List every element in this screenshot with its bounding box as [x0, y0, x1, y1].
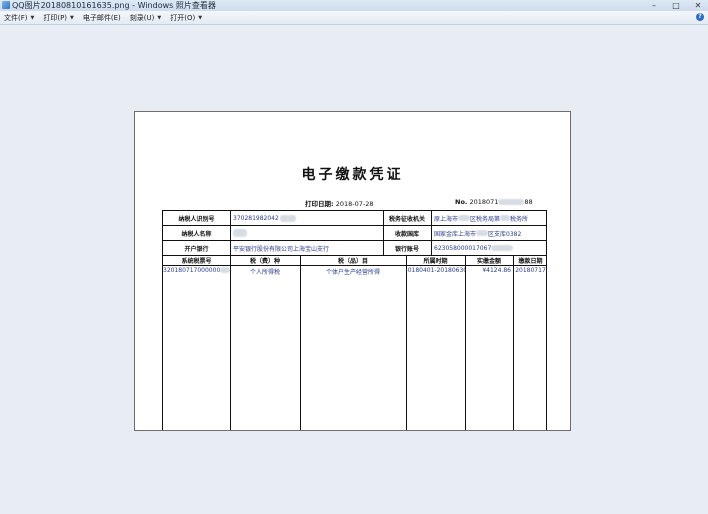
- redacted-region: [498, 199, 525, 205]
- window-title: QQ图片20180810161635.png - Windows 照片查看器: [12, 1, 216, 10]
- redacted-region: [233, 229, 247, 237]
- menu-print[interactable]: 打印(P) ▼: [43, 13, 74, 23]
- redacted-region: [220, 267, 230, 273]
- ticket-number: 320180717000000: [163, 267, 221, 274]
- tax-authority-value: 原上海市 区税务局第 税务所: [431, 211, 548, 225]
- tax-authority-prefix: 原上海市: [434, 215, 459, 223]
- treasury-suffix: 区支库0382: [488, 230, 522, 238]
- column-header: 税（品）目: [337, 258, 368, 265]
- menu-open[interactable]: 打开(O) ▼: [170, 13, 202, 23]
- account-label: 银行账号: [394, 245, 419, 253]
- window-controls: – □ ✕: [648, 0, 704, 11]
- divider: [406, 256, 407, 430]
- column-header: 税（费）种: [249, 258, 280, 265]
- tax-authority-label: 税务征收机关: [388, 215, 425, 223]
- document-number-prefix: 2018071: [469, 198, 499, 206]
- divider: [230, 211, 231, 256]
- treasury-label: 收款国库: [394, 230, 419, 238]
- tax-authority-suffix: 税务所: [510, 215, 529, 223]
- taxpayer-name-label: 纳税人名称: [181, 230, 212, 238]
- divider: [513, 256, 514, 430]
- minimize-button[interactable]: –: [648, 0, 660, 11]
- chevron-down-icon: ▼: [70, 14, 74, 21]
- title-bar: QQ图片20180810161635.png - Windows 照片查看器 –…: [0, 0, 708, 11]
- bank-value: 平安银行股份有限公司上海宝山支行: [233, 245, 330, 253]
- redacted-region: [458, 215, 471, 221]
- document-number-label: No.: [455, 198, 468, 206]
- help-icon[interactable]: ?: [696, 13, 704, 21]
- table-header: 系统税票号 税（费）种 税（品）目 所属时期 实缴金额 缴款日期: [163, 256, 546, 266]
- divider: [300, 256, 301, 430]
- treasury-prefix: 国家金库上海市: [434, 230, 477, 238]
- treasury-value: 国家金库上海市 区支库0382: [431, 226, 548, 240]
- menu-burn[interactable]: 刻录(U) ▼: [130, 13, 161, 23]
- document-title: 电子缴款凭证: [301, 167, 404, 183]
- redacted-region: [500, 215, 511, 221]
- redacted-region: [476, 230, 489, 236]
- pay-date-cell: 20180717: [515, 267, 546, 274]
- row-taxpayer-name: 纳税人名称 收款国库 国家金库上海市 区支库0382: [163, 226, 546, 241]
- amount-cell: ¥4124.86: [482, 267, 511, 274]
- divider: [431, 211, 432, 256]
- menu-open-label: 打开(O): [170, 13, 196, 22]
- menu-email[interactable]: 电子邮件(E): [83, 13, 121, 23]
- chevron-down-icon: ▼: [157, 14, 162, 21]
- column-header: 缴款日期: [518, 258, 543, 265]
- receipt-image: 电子缴款凭证 打印日期: 2018-07-28 No. 2018071 88 纳税…: [134, 111, 571, 431]
- document-number: No. 2018071 88: [455, 198, 533, 206]
- maximize-button[interactable]: □: [670, 0, 682, 11]
- menu-burn-label: 刻录(U): [129, 13, 155, 22]
- tax-authority-mid: 区税务局第: [470, 215, 501, 223]
- receipt-form: 纳税人识别号 370281982042 税务征收机关 原上海市 区税务局第 税务所 …: [162, 210, 547, 430]
- print-date-value: 2018-07-28: [335, 200, 374, 208]
- chevron-down-icon: ▼: [198, 14, 203, 21]
- row-taxpayer-id: 纳税人识别号 370281982042 税务征收机关 原上海市 区税务局第 税务所: [163, 211, 546, 226]
- print-date-label: 打印日期:: [305, 200, 334, 208]
- print-date: 打印日期: 2018-07-28: [305, 198, 373, 208]
- menu-file-label: 文件(F): [4, 13, 28, 22]
- chevron-down-icon: ▼: [30, 14, 35, 21]
- column-header: 系统税票号: [181, 258, 212, 265]
- column-header: 所属时期: [423, 258, 448, 265]
- tax-item-cell: 个体户生产经营所得: [325, 269, 380, 276]
- menu-file[interactable]: 文件(F) ▼: [4, 13, 34, 23]
- divider: [465, 256, 466, 430]
- menu-print-label: 打印(P): [43, 13, 68, 22]
- photo-viewer-app-icon: [2, 1, 10, 9]
- divider: [230, 256, 231, 430]
- divider: [383, 211, 384, 256]
- redacted-region: [491, 245, 514, 251]
- taxpayer-id-label: 纳税人识别号: [178, 215, 215, 223]
- menu-email-label: 电子邮件(E): [82, 13, 121, 22]
- taxpayer-id-value: 370281982042: [230, 211, 383, 225]
- taxpayer-name-value: [230, 226, 383, 240]
- redacted-region: [279, 214, 296, 222]
- account-value: 623058000017067: [431, 241, 548, 255]
- close-button[interactable]: ✕: [692, 0, 704, 11]
- tax-type-cell: 个人所得税: [249, 269, 280, 276]
- menu-bar: 文件(F) ▼ 打印(P) ▼ 电子邮件(E) 刻录(U) ▼ 打开(O) ▼ …: [0, 11, 708, 25]
- table-row: 320180717000000 个人所得税 个体户生产经营所得 20180401…: [163, 266, 546, 278]
- ticket-number-cell: 320180717000000: [163, 266, 230, 278]
- period-cell: 20180401-20180630: [406, 267, 465, 274]
- account-text: 623058000017067: [434, 244, 492, 252]
- taxpayer-id-text: 370281982042: [233, 214, 279, 222]
- column-header: 实缴金额: [476, 258, 501, 265]
- row-bank: 开户银行 平安银行股份有限公司上海宝山支行 银行账号 6230580000170…: [163, 241, 546, 256]
- bank-label: 开户银行: [184, 245, 209, 253]
- document-number-suffix: 88: [524, 198, 533, 206]
